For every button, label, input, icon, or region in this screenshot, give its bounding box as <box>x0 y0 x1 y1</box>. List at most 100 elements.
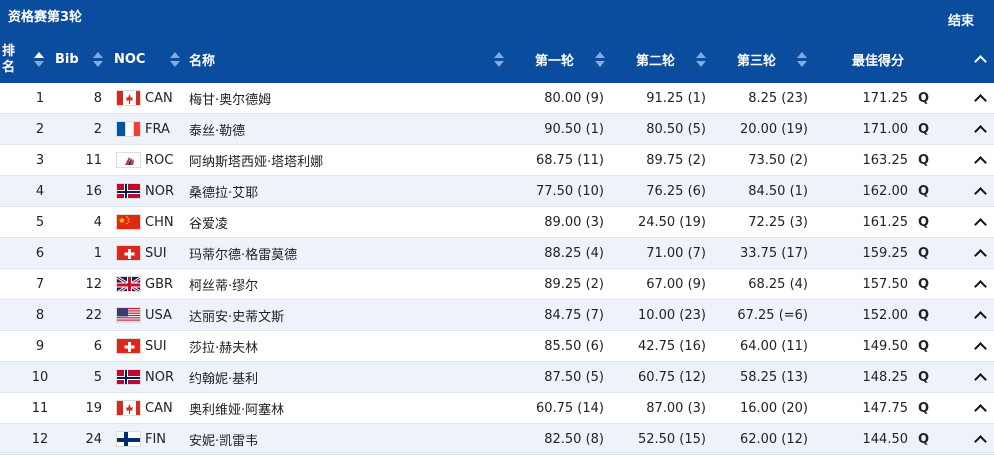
athlete-name[interactable]: 奥利维娅·阿塞林 <box>189 393 489 423</box>
table-row[interactable]: 9 6 SUI 莎拉·赫夫林 85.50 (6) 42.75 (16) 64.00 (11)… <box>0 331 994 362</box>
table-row[interactable]: 11 19 CAN 奥利维娅·阿塞林 60.75 (14) 87.00 (3) 16.00 … <box>0 393 994 424</box>
sort-r1-icon[interactable] <box>595 52 605 68</box>
bib-cell: 1 <box>93 245 102 261</box>
col-r3-header[interactable]: 第三轮 <box>737 36 776 83</box>
best-score: 171.00 <box>862 121 909 137</box>
noc-cell: CHN <box>145 214 174 230</box>
table-row[interactable]: 7 12 GBR 柯丝蒂·缪尔 89.25 (2) 67.00 (9) 68.25 (4) 1… <box>0 269 994 300</box>
bib-cell: 4 <box>93 214 102 230</box>
noc-cell: SUI <box>145 245 167 261</box>
best-score: 159.25 <box>862 245 909 261</box>
round3-score: 58.25 (13) <box>739 369 808 385</box>
best-score: 152.00 <box>862 307 909 323</box>
sort-r3-icon[interactable] <box>797 52 807 68</box>
expand-row-icon[interactable] <box>974 269 990 299</box>
qualified-badge: Q <box>918 431 930 447</box>
bib-cell: 24 <box>85 431 102 447</box>
china-flag-icon <box>116 207 142 237</box>
noc-cell: ROC <box>145 152 174 168</box>
qualified-badge: Q <box>918 90 930 106</box>
athlete-name[interactable]: 梅甘·奥尔德姆 <box>189 83 489 113</box>
round1-score: 80.00 (9) <box>544 90 604 106</box>
collapse-all-icon[interactable] <box>974 36 987 83</box>
expand-row-icon[interactable] <box>974 176 990 206</box>
col-bib-header[interactable]: Bib <box>55 36 79 83</box>
round3-score: 64.00 (11) <box>739 338 808 354</box>
expand-row-icon[interactable] <box>974 393 990 423</box>
athlete-name[interactable]: 泰丝·勒德 <box>189 114 489 144</box>
table-row[interactable]: 5 4 CHN 谷爱凌 89.00 (3) 24.50 (19) 72.25 (3) 161.… <box>0 207 994 238</box>
switzerland-flag-icon <box>116 331 142 361</box>
round2-score: 67.00 (9) <box>646 276 706 292</box>
col-noc-header[interactable]: NOC <box>114 36 145 83</box>
expand-row-icon[interactable] <box>974 300 990 330</box>
qualified-badge: Q <box>918 307 930 323</box>
best-score: 161.25 <box>862 214 909 230</box>
athlete-name[interactable]: 达丽安·史蒂文斯 <box>189 300 489 330</box>
athlete-name[interactable]: 桑德拉·艾耶 <box>189 176 489 206</box>
expand-row-icon[interactable] <box>974 362 990 392</box>
qualified-badge: Q <box>918 338 930 354</box>
round1-score: 89.00 (3) <box>544 214 604 230</box>
round2-score: 42.75 (16) <box>637 338 706 354</box>
sort-noc-icon[interactable] <box>170 52 180 68</box>
sort-name-icon[interactable] <box>494 52 504 68</box>
bib-cell: 11 <box>85 152 102 168</box>
athlete-name[interactable]: 安妮·凯雷韦 <box>189 424 489 454</box>
col-rank-header[interactable]: 排名 <box>2 36 22 83</box>
expand-row-icon[interactable] <box>974 331 990 361</box>
col-name-header[interactable]: 名称 <box>189 36 215 83</box>
noc-cell: NOR <box>145 369 174 385</box>
noc-cell: NOR <box>145 183 174 199</box>
best-score: 149.50 <box>862 338 909 354</box>
round2-score: 52.50 (15) <box>637 431 706 447</box>
athlete-name[interactable]: 莎拉·赫夫林 <box>189 331 489 361</box>
col-r1-label: 第一轮 <box>535 54 575 69</box>
round1-score: 85.50 (6) <box>544 338 604 354</box>
col-r2-header[interactable]: 第二轮 <box>636 36 675 83</box>
round3-score: 33.75 (17) <box>739 245 808 261</box>
expand-row-icon[interactable] <box>974 238 990 268</box>
qualified-badge: Q <box>918 183 930 199</box>
noc-cell: FIN <box>145 431 167 447</box>
sort-r2-icon[interactable] <box>696 52 706 68</box>
expand-row-icon[interactable] <box>974 83 990 113</box>
table-row[interactable]: 1 8 CAN 梅甘·奥尔德姆 80.00 (9) 91.25 (1) 8.25 (23) 1… <box>0 83 994 114</box>
athlete-name[interactable]: 柯丝蒂·缪尔 <box>189 269 489 299</box>
round1-score: 90.50 (1) <box>544 121 604 137</box>
expand-row-icon[interactable] <box>974 145 990 175</box>
col-rank-label: 排名 <box>2 43 16 75</box>
switzerland-flag-icon <box>116 238 142 268</box>
athlete-name[interactable]: 谷爱凌 <box>189 207 489 237</box>
athlete-name[interactable]: 约翰妮·基利 <box>189 362 489 392</box>
round3-score: 84.50 (1) <box>748 183 808 199</box>
athlete-name[interactable]: 阿纳斯塔西娅·塔塔利娜 <box>189 145 489 175</box>
expand-row-icon[interactable] <box>974 207 990 237</box>
round3-score: 20.00 (19) <box>739 121 808 137</box>
table-row[interactable]: 6 1 SUI 玛蒂尔德·格雷莫德 88.25 (4) 71.00 (7) 33.75 (1… <box>0 238 994 269</box>
expand-row-icon[interactable] <box>974 114 990 144</box>
table-row[interactable]: 8 22 USA 达丽安·史蒂文斯 84.75 (7) 10.00 (23) 67.25 (… <box>0 300 994 331</box>
qualified-badge: Q <box>918 121 930 137</box>
finland-flag-icon <box>116 424 142 454</box>
col-best-header[interactable]: 最佳得分 <box>852 36 904 83</box>
best-score: 144.50 <box>862 431 909 447</box>
table-row[interactable]: 12 24 FIN 安妮·凯雷韦 82.50 (8) 52.50 (15) 62.00 (1… <box>0 424 994 455</box>
status-end-label: 结束 <box>947 14 974 29</box>
round1-score: 89.25 (2) <box>544 276 604 292</box>
round1-score: 88.25 (4) <box>544 245 604 261</box>
table-row[interactable]: 3 11 ROC 阿纳斯塔西娅·塔塔利娜 68.75 (11) 89.75 (2) 73.5… <box>0 145 994 176</box>
round2-score: 87.00 (3) <box>646 400 706 416</box>
athlete-name[interactable]: 玛蒂尔德·格雷莫德 <box>189 238 489 268</box>
expand-row-icon[interactable] <box>974 424 990 454</box>
table-row[interactable]: 4 16 NOR 桑德拉·艾耶 77.50 (10) 76.25 (6) 84.50 (1)… <box>0 176 994 207</box>
sort-bib-icon[interactable] <box>93 52 103 68</box>
qualified-badge: Q <box>918 369 930 385</box>
table-row[interactable]: 2 2 FRA 泰丝·勒德 90.50 (1) 80.50 (5) 20.00 (19) 17… <box>0 114 994 145</box>
sort-rank-icon[interactable] <box>34 52 44 68</box>
col-r1-header[interactable]: 第一轮 <box>535 36 574 83</box>
table-row[interactable]: 10 5 NOR 约翰妮·基利 87.50 (5) 60.75 (12) 58.25 (13… <box>0 362 994 393</box>
canada-flag-icon <box>116 83 142 113</box>
best-score: 163.25 <box>862 152 909 168</box>
round1-score: 68.75 (11) <box>535 152 604 168</box>
